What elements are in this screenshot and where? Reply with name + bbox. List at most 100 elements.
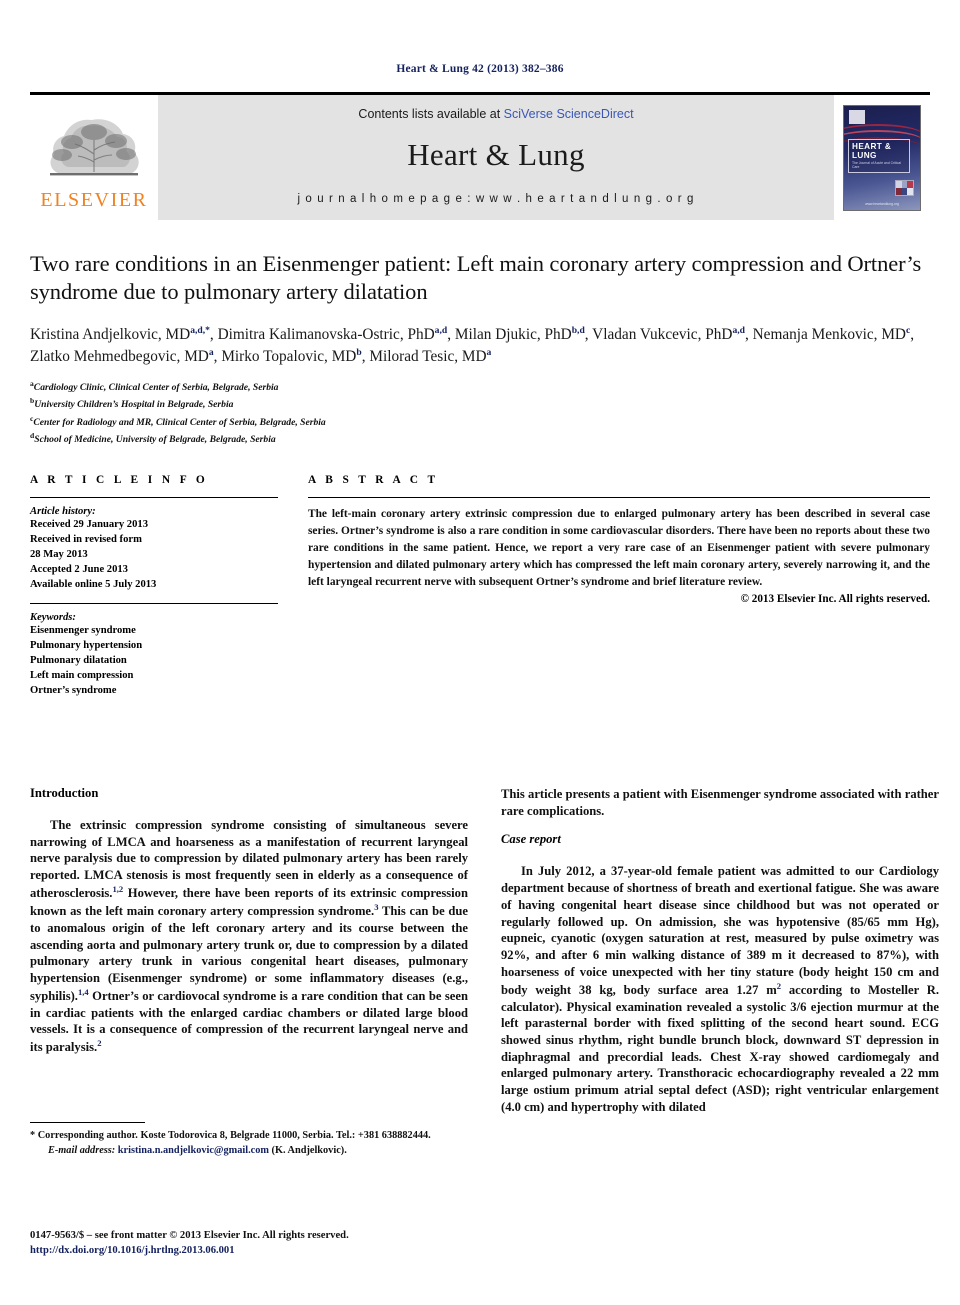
email-link[interactable]: kristina.n.andjelkovic@gmail.com <box>118 1145 269 1156</box>
author-name: Milorad Tesic, MD <box>369 348 487 366</box>
author-affil-marker: b,d <box>571 324 585 336</box>
journal-cover-cell: HEART & LUNG The Journal of Acute and Cr… <box>834 95 930 220</box>
cover-title: HEART & LUNG <box>852 141 892 160</box>
footnote-divider <box>30 1122 145 1123</box>
corresponding-author-note: * Corresponding author. Koste Todorovica… <box>30 1129 468 1144</box>
author-name: Nemanja Menkovic, MD <box>752 325 906 343</box>
section-heading-case-report: Case report <box>501 832 561 847</box>
article-history-item: Received 29 January 2013 <box>30 518 148 530</box>
author-entry: Kristina Andjelkovic, MDa,d,* <box>30 324 210 343</box>
affiliation-text: School of Medicine, University of Belgra… <box>34 434 276 446</box>
paragraph-segment: Ortner’s or cardiovocal syndrome is a ra… <box>30 988 468 1055</box>
author-affil-marker: a,d <box>434 324 448 336</box>
keyword-item: Pulmonary dilatation <box>30 655 127 667</box>
lead-paragraph: This article presents a patient with Eis… <box>501 787 939 818</box>
article-info-heading: A R T I C L E I N F O <box>30 473 209 486</box>
journal-homepage[interactable]: j o u r n a l h o m e p a g e : w w w . … <box>297 193 694 205</box>
article-history-item: 28 May 2013 <box>30 548 88 560</box>
sciencedirect-link[interactable]: SciVerse ScienceDirect <box>504 107 634 121</box>
affiliation-text: University Children’s Hospital in Belgra… <box>34 399 234 411</box>
email-note: E-mail address: kristina.n.andjelkovic@g… <box>30 1144 468 1159</box>
divider <box>308 496 930 498</box>
author-entry: Milan Djukic, PhDb,d <box>454 324 585 343</box>
author-affil-marker: a <box>486 347 492 359</box>
author-list: Kristina Andjelkovic, MDa,d,*, Dimitra K… <box>30 324 915 366</box>
author-entry: Zlatko Mehmedbegovic, MDa <box>30 347 214 366</box>
journal-masthead: ELSEVIER Contents lists available at Sci… <box>30 92 930 220</box>
divider <box>30 496 278 498</box>
elsevier-logo: ELSEVIER <box>30 95 158 220</box>
author-name: Zlatko Mehmedbegovic, MD <box>30 348 209 366</box>
affiliation-item: bUniversity Children’s Hospital in Belgr… <box>30 395 930 413</box>
author-name: Mirko Topalovic, MD <box>221 348 357 366</box>
author-entry: Vladan Vukcevic, PhDa,d <box>592 324 745 343</box>
author-entry: Mirko Topalovic, MDb <box>221 347 362 366</box>
body-columns: Introduction The extrinsic compression s… <box>30 786 939 1129</box>
author-entry: Milorad Tesic, MDa <box>369 347 492 366</box>
article-history-item: Received in revised form <box>30 533 142 545</box>
section-heading-introduction: Introduction <box>30 786 99 800</box>
contents-available-line: Contents lists available at SciVerse Sci… <box>358 107 633 121</box>
cover-publisher-mark <box>849 109 865 124</box>
elsevier-wordmark: ELSEVIER <box>40 188 148 211</box>
abstract-text: The left-main coronary artery extrinsic … <box>308 507 930 589</box>
keywords-list: Eisenmenger syndrome Pulmonary hypertens… <box>30 623 278 698</box>
abstract-column: A B S T R A C T The left-main coronary a… <box>308 474 930 698</box>
title-block: Two rare conditions in an Eisenmenger pa… <box>30 250 930 448</box>
article-history-item: Available online 5 July 2013 <box>30 578 157 590</box>
abstract-copyright: © 2013 Elsevier Inc. All rights reserved… <box>740 593 930 606</box>
paragraph-segment: according to Mosteller R. calculator). P… <box>501 982 940 1114</box>
cover-title-box: HEART & LUNG The Journal of Acute and Cr… <box>848 138 910 173</box>
keywords-label: Keywords: <box>30 612 76 623</box>
cover-footer: www.heartandlung.org <box>865 201 899 206</box>
corresponding-author-text: Corresponding author. Koste Todorovica 8… <box>35 1130 431 1141</box>
journal-title: Heart & Lung <box>407 136 585 172</box>
cover-subtitle: The Journal of Acute and Critical Care <box>852 160 902 169</box>
divider <box>30 603 278 604</box>
keyword-item: Eisenmenger syndrome <box>30 625 136 636</box>
affiliation-item: dSchool of Medicine, University of Belgr… <box>30 430 930 448</box>
abstract-heading: A B S T R A C T <box>308 473 439 486</box>
keyword-item: Ortner’s syndrome <box>30 685 117 697</box>
article-history-item: Accepted 2 June 2013 <box>30 563 128 575</box>
doi-link[interactable]: http://dx.doi.org/10.1016/j.hrtlng.2013.… <box>30 1243 550 1258</box>
author-affil-marker: a <box>208 347 214 359</box>
footnote-block: * Corresponding author. Koste Todorovica… <box>30 1122 468 1158</box>
body-column-left: Introduction The extrinsic compression s… <box>30 786 468 1129</box>
citation-ref[interactable]: 1,4 <box>78 987 89 997</box>
keyword-item: Left main compression <box>30 670 134 682</box>
affiliation-text: Cardiology Clinic, Clinical Center of Se… <box>33 381 279 393</box>
citation-ref[interactable]: 1,2 <box>112 884 123 894</box>
email-label: E-mail address: <box>48 1144 116 1156</box>
body-column-right: This article presents a patient with Eis… <box>501 786 939 1129</box>
paragraph-segment: In July 2012, a 37-year-old female patie… <box>501 864 939 997</box>
journal-cover-thumbnail[interactable]: HEART & LUNG The Journal of Acute and Cr… <box>843 104 921 211</box>
author-affil-marker: b <box>356 347 362 359</box>
running-head: Heart & Lung 42 (2013) 382–386 <box>396 63 564 75</box>
author-name: Milan Djukic, PhD <box>454 325 572 343</box>
issn-line: 0147-9563/$ – see front matter © 2013 El… <box>30 1230 349 1241</box>
article-history-label: Article history: <box>30 505 96 517</box>
page-title: Two rare conditions in an Eisenmenger pa… <box>30 251 922 305</box>
author-entry: Dimitra Kalimanovska-Ostric, PhDa,d <box>217 324 448 343</box>
author-entry: Nemanja Menkovic, MDc <box>752 324 911 343</box>
journal-banner: Contents lists available at SciVerse Sci… <box>158 95 834 220</box>
cover-color-swatch <box>895 179 914 196</box>
author-affil-marker: c <box>905 324 911 336</box>
citation-ref[interactable]: 2 <box>97 1038 101 1048</box>
contents-prefix: Contents lists available at <box>358 106 504 121</box>
email-owner: (K. Andjelkovic). <box>268 1144 347 1156</box>
affiliation-item: cCenter for Radiology and MR, Clinical C… <box>30 413 930 431</box>
author-affil-marker: a,d <box>732 324 745 336</box>
author-name: Vladan Vukcevic, PhD <box>592 325 733 343</box>
introduction-paragraph: The extrinsic compression syndrome consi… <box>30 817 468 1056</box>
author-name: Kristina Andjelkovic, MD <box>30 325 191 343</box>
elsevier-tree-icon <box>50 118 139 175</box>
article-info-column: A R T I C L E I N F O Article history: R… <box>30 474 278 698</box>
article-page: Heart & Lung 42 (2013) 382–386 ELSEVIER … <box>0 0 960 1305</box>
author-affil-marker: a,d,* <box>190 324 210 336</box>
colophon: 0147-9563/$ – see front matter © 2013 El… <box>30 1228 550 1258</box>
author-name: Dimitra Kalimanovska-Ostric, PhD <box>217 325 435 343</box>
keyword-item: Pulmonary hypertension <box>30 640 143 652</box>
affiliation-list: aCardiology Clinic, Clinical Center of S… <box>30 378 930 448</box>
